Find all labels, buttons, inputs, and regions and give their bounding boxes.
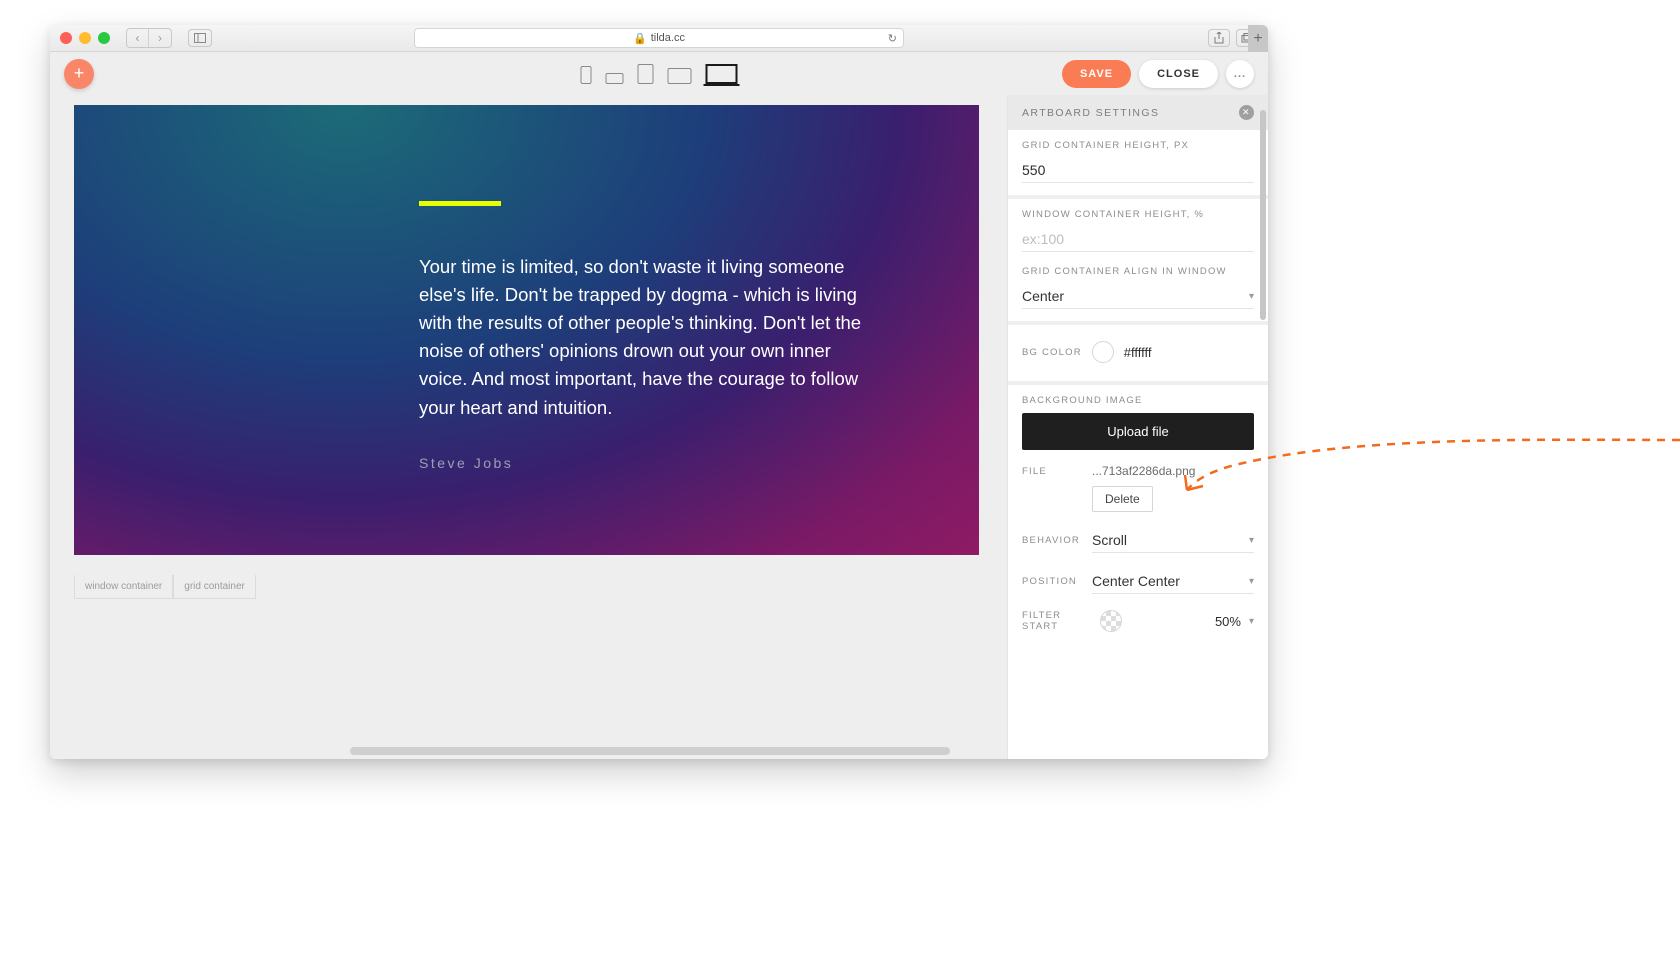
chevron-down-icon: ▾ [1249, 535, 1254, 546]
bg-color-swatch[interactable] [1092, 341, 1114, 363]
editor-app: + SAVE CLOSE ... Your time is limited, s… [50, 52, 1268, 759]
refresh-icon[interactable]: ↻ [888, 32, 897, 45]
horizontal-scrollbar[interactable] [350, 747, 950, 755]
chevron-down-icon: ▾ [1249, 616, 1254, 627]
bg-image-label: BACKGROUND IMAGE [1022, 395, 1254, 406]
filter-row: FILTER START 50% ▾ [1022, 610, 1254, 632]
address-bar[interactable]: 🔒 tilda.cc ↻ [414, 28, 904, 48]
device-phone-landscape[interactable] [606, 73, 624, 84]
workspace: Your time is limited, so don't waste it … [50, 95, 1268, 759]
close-window-dot[interactable] [60, 32, 72, 44]
device-phone[interactable] [581, 66, 592, 84]
quote-text[interactable]: Your time is limited, so don't waste it … [419, 253, 879, 422]
window-height-input[interactable] [1022, 227, 1254, 252]
browser-nav-arrows: ‹ › [126, 28, 172, 48]
sidebar-scrollbar[interactable] [1260, 110, 1266, 320]
editor-topbar: + SAVE CLOSE ... [50, 52, 1268, 95]
forward-button[interactable]: › [149, 29, 171, 47]
canvas[interactable]: Your time is limited, so don't waste it … [50, 95, 1007, 759]
behavior-row: BEHAVIOR Scroll ▾ [1022, 528, 1254, 553]
window-height-label: WINDOW CONTAINER HEIGHT, % [1022, 209, 1254, 220]
filter-swatch[interactable] [1100, 610, 1122, 632]
grid-align-value: Center [1022, 288, 1064, 304]
panel-title: ARTBOARD SETTINGS [1022, 107, 1159, 119]
chevron-down-icon: ▾ [1249, 576, 1254, 587]
filter-label: FILTER START [1022, 610, 1092, 632]
behavior-select[interactable]: Scroll ▾ [1092, 528, 1254, 553]
settings-sidebar: ARTBOARD SETTINGS ✕ GRID CONTAINER HEIGH… [1007, 95, 1268, 759]
panel-close-button[interactable]: ✕ [1239, 105, 1254, 120]
close-icon: ✕ [1242, 107, 1251, 118]
zoom-window-dot[interactable] [98, 32, 110, 44]
share-button[interactable] [1208, 29, 1230, 47]
save-button[interactable]: SAVE [1062, 60, 1131, 88]
position-row: POSITION Center Center ▾ [1022, 569, 1254, 594]
chevron-down-icon: ▾ [1249, 291, 1254, 302]
more-button[interactable]: ... [1226, 60, 1254, 88]
bg-color-value[interactable]: #ffffff [1124, 345, 1152, 360]
quote-author[interactable]: Steve Jobs [419, 455, 513, 471]
tab-grid-container[interactable]: grid container [173, 575, 256, 599]
minimize-window-dot[interactable] [79, 32, 91, 44]
back-button[interactable]: ‹ [127, 29, 149, 47]
device-tablet[interactable] [638, 64, 654, 84]
topbar-actions: SAVE CLOSE ... [1062, 60, 1254, 88]
browser-titlebar: ‹ › 🔒 tilda.cc ↻ + [50, 25, 1268, 52]
lock-icon: 🔒 [633, 32, 647, 45]
new-tab-button[interactable]: + [1248, 25, 1268, 52]
url-text: tilda.cc [651, 32, 685, 44]
panel-title-row: ARTBOARD SETTINGS ✕ [1008, 95, 1268, 130]
behavior-value: Scroll [1092, 532, 1127, 548]
delete-file-button[interactable]: Delete [1092, 486, 1153, 512]
device-switcher [581, 64, 738, 84]
plus-icon: + [74, 63, 85, 84]
behavior-label: BEHAVIOR [1022, 535, 1092, 546]
accent-bar[interactable] [419, 201, 501, 206]
section-bg-color: BG COLOR #ffffff [1008, 325, 1268, 385]
add-block-button[interactable]: + [64, 59, 94, 89]
grid-height-input[interactable] [1022, 158, 1254, 183]
grid-align-label: GRID CONTAINER ALIGN IN WINDOW [1022, 266, 1254, 277]
position-value: Center Center [1092, 573, 1180, 589]
section-window-height: WINDOW CONTAINER HEIGHT, % GRID CONTAINE… [1008, 199, 1268, 325]
position-label: POSITION [1022, 576, 1092, 587]
file-row: FILE ...713af2286da.png [1022, 464, 1254, 478]
upload-file-button[interactable]: Upload file [1022, 413, 1254, 450]
traffic-lights [60, 32, 110, 44]
bg-color-label: BG COLOR [1022, 347, 1082, 358]
device-desktop-active[interactable] [706, 64, 738, 84]
file-label: FILE [1022, 466, 1080, 477]
device-tablet-landscape[interactable] [668, 68, 692, 84]
show-sidebar-button[interactable] [188, 29, 212, 47]
grid-height-label: GRID CONTAINER HEIGHT, PX [1022, 140, 1254, 151]
container-tabs: window container grid container [74, 575, 256, 599]
tab-window-container[interactable]: window container [74, 575, 173, 599]
browser-window: ‹ › 🔒 tilda.cc ↻ + + [50, 25, 1268, 759]
file-name: ...713af2286da.png [1092, 464, 1195, 478]
section-grid-height: GRID CONTAINER HEIGHT, PX [1008, 130, 1268, 199]
grid-align-select[interactable]: Center ▾ [1022, 284, 1254, 309]
filter-value: 50% [1215, 614, 1241, 629]
artboard[interactable]: Your time is limited, so don't waste it … [74, 105, 979, 555]
position-select[interactable]: Center Center ▾ [1092, 569, 1254, 594]
section-bg-image: BACKGROUND IMAGE Upload file FILE ...713… [1008, 385, 1268, 644]
close-button[interactable]: CLOSE [1139, 60, 1218, 88]
